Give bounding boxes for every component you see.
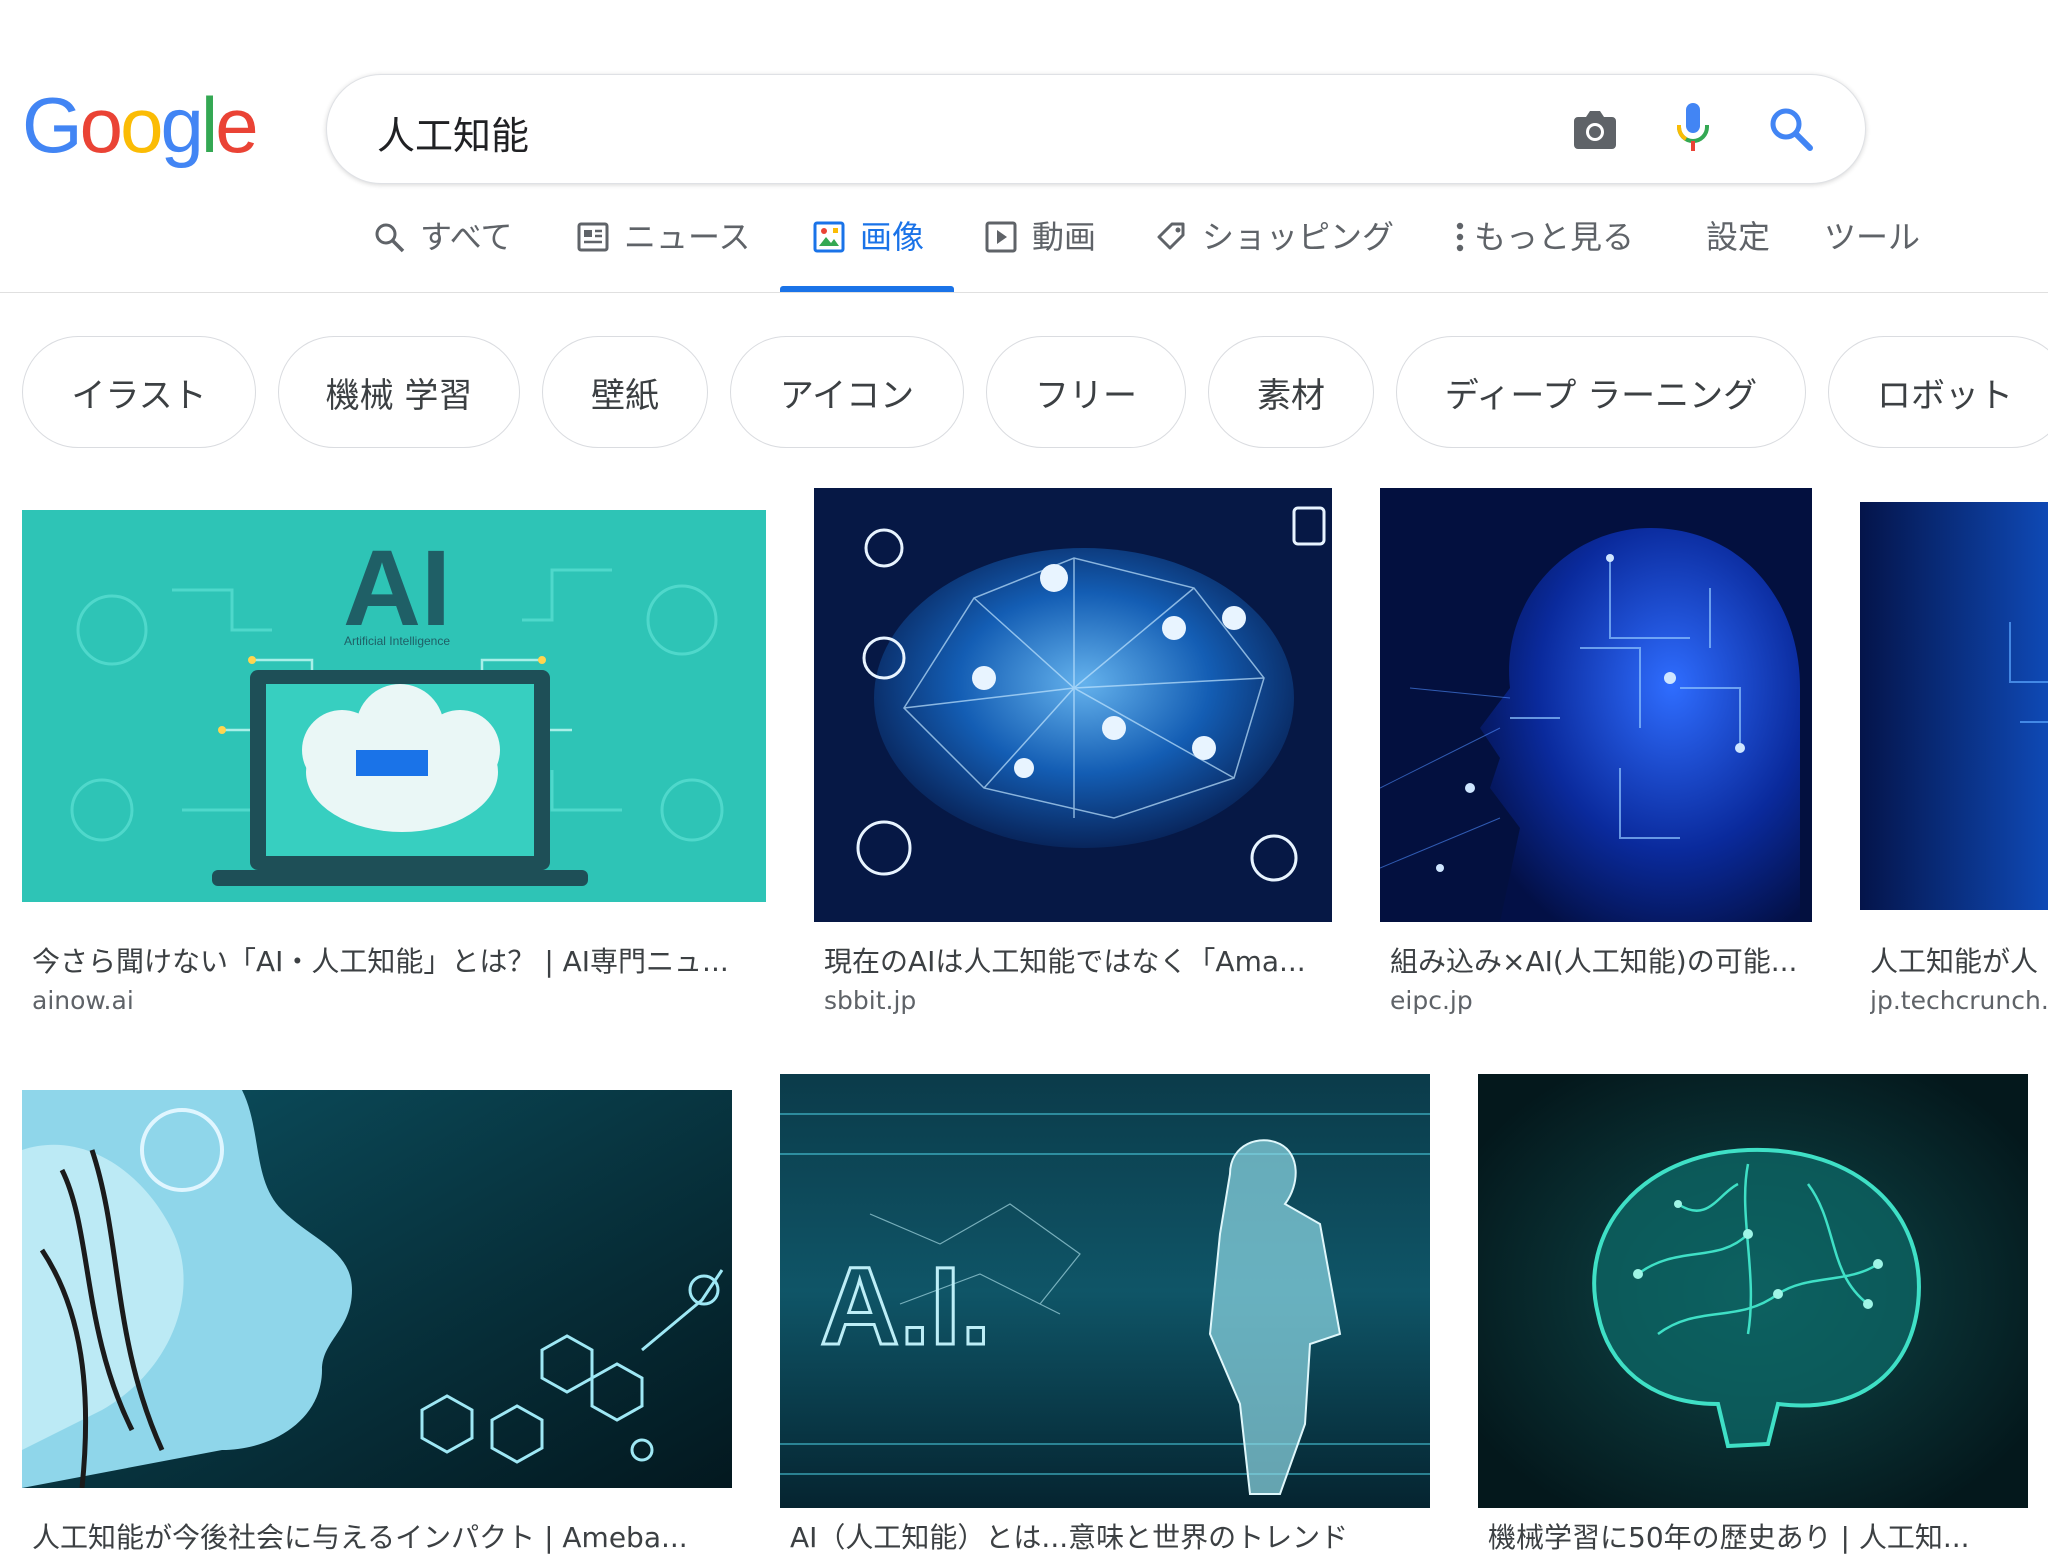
tab-label: 画像 [860, 218, 925, 256]
tab-label: 設定 [1706, 218, 1771, 256]
microphone-icon[interactable] [1665, 101, 1721, 157]
logo-letter: e [215, 81, 258, 169]
tab-label: 動画 [1032, 218, 1097, 256]
thumb-ai-text: A.I. [820, 1245, 991, 1368]
result-title[interactable]: 人工知能が今後社会に与えるインパクト | Ameba... [32, 1516, 732, 1556]
result-thumbnail[interactable]: AI Artificial Intelligence [22, 510, 766, 902]
tab-label: ニュース [624, 218, 751, 256]
google-logo[interactable]: Google [22, 81, 259, 169]
result-title[interactable]: 今さら聞けない「AI・人工知能」とは？ | AI専門ニュ... [32, 940, 762, 980]
result-thumbnail[interactable] [1478, 1074, 2028, 1508]
tab-label: ツール [1824, 218, 1921, 256]
result-thumbnail[interactable] [1380, 488, 1812, 922]
chip-material[interactable]: 素材 [1208, 336, 1374, 448]
chip-wallpaper[interactable]: 壁紙 [542, 336, 708, 448]
result-title[interactable]: AI（人工知能）とは...意味と世界のトレンド [790, 1516, 1430, 1556]
news-icon [576, 220, 610, 254]
result-thumbnail[interactable] [814, 488, 1332, 922]
result-title[interactable]: 人工知能が人 [1870, 940, 2048, 980]
tab-more[interactable]: もっと見る [1452, 212, 1634, 292]
search-icon[interactable] [1763, 101, 1819, 157]
tab-tools[interactable]: ツール [1824, 212, 1920, 292]
search-box[interactable]: 人工知能 [326, 74, 1866, 184]
tab-label: もっと見る [1474, 218, 1635, 256]
search-icon [372, 220, 406, 254]
tab-all[interactable]: すべて [372, 212, 512, 292]
result-source[interactable]: eipc.jp [1390, 986, 1810, 1015]
logo-letter: o [79, 81, 123, 169]
logo-letter: o [120, 81, 163, 169]
chip-icon[interactable]: アイコン [730, 336, 964, 448]
logo-letter: l [200, 81, 218, 169]
result-source[interactable]: ainow.ai [32, 986, 762, 1015]
tab-videos[interactable]: 動画 [984, 212, 1096, 292]
camera-icon[interactable] [1567, 101, 1623, 157]
tag-icon [1154, 220, 1188, 254]
header-divider [0, 292, 2048, 293]
result-thumbnail[interactable] [22, 1090, 732, 1488]
chip-illustration[interactable]: イラスト [22, 336, 256, 448]
chip-machine-learning[interactable]: 機械 学習 [278, 336, 520, 448]
more-vertical-icon [1452, 220, 1468, 254]
tab-images[interactable]: 画像 [779, 212, 955, 292]
thumb-ai-subtitle: Artificial Intelligence [344, 634, 450, 648]
chip-free[interactable]: フリー [986, 336, 1186, 448]
result-source[interactable]: sbbit.jp [824, 986, 1332, 1015]
result-thumbnail[interactable]: A.I. [780, 1074, 1430, 1508]
result-source[interactable]: jp.techcrunch.c [1870, 986, 2048, 1015]
tab-label: ショッピング [1202, 218, 1395, 256]
image-icon [812, 220, 846, 254]
tab-label: すべて [420, 218, 513, 256]
tab-shopping[interactable]: ショッピング [1154, 212, 1394, 292]
logo-letter: g [160, 81, 203, 169]
result-title[interactable]: 現在のAIは人工知能ではなく「Ama... [824, 940, 1332, 980]
thumb-ai-logo: AI [343, 527, 451, 648]
video-icon [984, 220, 1018, 254]
tab-news[interactable]: ニュース [576, 212, 750, 292]
result-title[interactable]: 組み込み×AI(人工知能)の可能... [1390, 940, 1810, 980]
logo-letter: G [22, 81, 83, 169]
chip-deep-learning[interactable]: ディープ ラーニング [1396, 336, 1806, 448]
result-thumbnail[interactable] [1860, 502, 2048, 910]
result-title[interactable]: 機械学習に50年の歴史あり | 人工知... [1488, 1516, 2028, 1556]
tab-settings[interactable]: 設定 [1706, 212, 1770, 292]
search-input[interactable]: 人工知能 [377, 105, 529, 160]
chip-robot[interactable]: ロボット [1828, 336, 2048, 448]
